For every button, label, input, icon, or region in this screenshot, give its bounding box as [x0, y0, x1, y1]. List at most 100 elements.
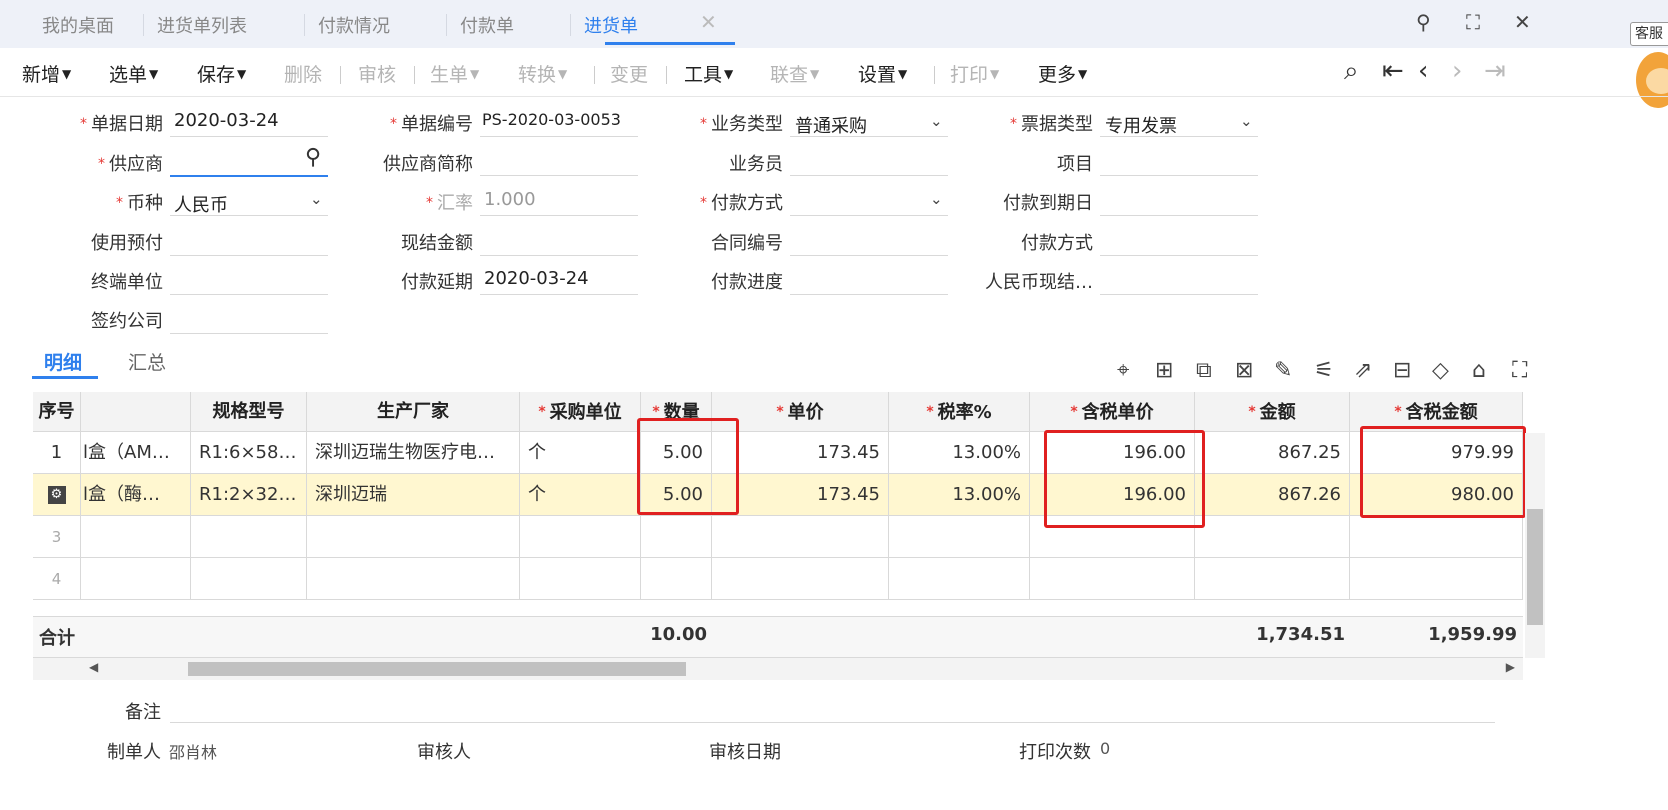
tab-payment-order[interactable]: 付款单 [446, 12, 514, 38]
tools-button[interactable]: 工具 ▼ [684, 60, 733, 87]
copy-row-icon[interactable]: ⧉ [1196, 358, 1212, 383]
empty-cell[interactable] [520, 558, 641, 600]
add-button[interactable]: 新增 ▼ [22, 60, 71, 87]
last-record-icon[interactable]: ⇥ [1484, 56, 1506, 86]
tag-icon[interactable]: ◇ [1432, 358, 1449, 383]
tab-detail[interactable]: 明细 [44, 348, 82, 375]
pay-method-select[interactable] [790, 215, 948, 216]
empty-cell[interactable] [712, 516, 889, 558]
convert-button[interactable]: 转换 ▼ [518, 60, 567, 87]
supplier-short-field[interactable] [480, 175, 638, 176]
pay-progress-field[interactable] [790, 294, 948, 295]
tab-purchase-order[interactable]: 进货单 [570, 12, 638, 38]
empty-cell[interactable] [889, 516, 1030, 558]
expand-icon[interactable]: ⛶ [1512, 358, 1527, 383]
empty-cell[interactable] [520, 516, 641, 558]
rmb-cash-field[interactable] [1100, 294, 1258, 295]
prev-record-icon[interactable]: ‹ [1418, 56, 1428, 86]
empty-cell[interactable] [307, 558, 520, 600]
scroll-thumb[interactable] [188, 662, 686, 676]
fullscreen-icon[interactable]: ⛶ [1466, 10, 1480, 34]
empty-cell[interactable] [81, 516, 191, 558]
empty-cell[interactable] [307, 516, 520, 558]
scroll-thumb[interactable] [1527, 509, 1543, 625]
currency-select[interactable]: 人民币 [174, 191, 228, 217]
row-amount[interactable]: 867.26 [1195, 474, 1350, 516]
add-row-icon[interactable]: ⊞ [1155, 358, 1173, 383]
empty-cell[interactable] [1350, 558, 1523, 600]
close-tab-icon[interactable]: ✕ [700, 10, 717, 34]
tab-desktop[interactable]: 我的桌面 [42, 12, 114, 38]
invoice-type-select[interactable]: 专用发票 [1105, 112, 1177, 138]
row-name[interactable]: l盒（AM… [81, 432, 191, 474]
select-button[interactable]: 选单 ▼ [109, 60, 158, 87]
tab-summary[interactable]: 汇总 [128, 348, 166, 375]
location-icon[interactable]: ⌖ [1117, 358, 1129, 383]
doc-no-field[interactable]: PS-2020-03-0053 [482, 110, 621, 129]
empty-cell[interactable] [1195, 558, 1350, 600]
pay-delay-field[interactable]: 2020-03-24 [484, 268, 589, 289]
chevron-down-icon[interactable]: ⌄ [930, 190, 943, 208]
empty-cell[interactable] [191, 516, 307, 558]
chevron-down-icon[interactable]: ⌄ [930, 112, 943, 130]
generate-button[interactable]: 生单 ▼ [430, 60, 479, 87]
empty-cell[interactable] [889, 558, 1030, 600]
empty-cell[interactable] [81, 558, 191, 600]
empty-cell[interactable] [712, 558, 889, 600]
row-maker[interactable]: 深圳迈瑞 [307, 474, 520, 516]
empty-cell[interactable] [641, 516, 712, 558]
pay-method2-field[interactable] [1100, 255, 1258, 256]
sign-company-field[interactable] [170, 333, 328, 334]
scroll-left-icon[interactable]: ◀ [89, 660, 98, 674]
first-record-icon[interactable]: ⇤ [1382, 56, 1404, 86]
use-prepay-field[interactable] [170, 255, 328, 256]
project-field[interactable] [1100, 175, 1258, 176]
warehouse-icon[interactable]: ⌂ [1472, 358, 1486, 383]
cash-amount-field[interactable] [480, 255, 638, 256]
edit-icon[interactable]: ✎ [1274, 358, 1292, 383]
row-settings-icon[interactable]: ⚙ [33, 474, 81, 516]
contract-no-field[interactable] [790, 255, 948, 256]
audit-button[interactable]: 审核 [358, 60, 396, 87]
save-button[interactable]: 保存 ▼ [197, 60, 246, 87]
terminal-field[interactable] [170, 294, 328, 295]
search-icon[interactable]: ⚲ [305, 145, 321, 170]
biz-type-select[interactable]: 普通采购 [795, 112, 867, 138]
search-record-icon[interactable]: ⌕ [1344, 56, 1359, 87]
row-name[interactable]: l盒（酶… [81, 474, 191, 516]
export-icon[interactable]: ⇗ [1354, 358, 1372, 383]
row-unit[interactable]: 个 [520, 474, 641, 516]
close-window-icon[interactable]: ✕ [1514, 10, 1531, 34]
empty-cell[interactable] [1030, 558, 1195, 600]
settings-button[interactable]: 设置 ▼ [858, 60, 907, 87]
chevron-down-icon[interactable]: ⌄ [310, 190, 323, 208]
customer-service-badge[interactable]: 客服 [1630, 22, 1668, 46]
columns-icon[interactable]: ⊟ [1393, 358, 1411, 383]
row-spec[interactable]: R1:6×58… [191, 432, 307, 474]
row-amount[interactable]: 867.25 [1195, 432, 1350, 474]
print-button[interactable]: 打印 ▼ [950, 60, 999, 87]
search-icon[interactable]: ⚲ [1416, 10, 1431, 34]
empty-cell[interactable] [191, 558, 307, 600]
tab-payment-status[interactable]: 付款情况 [304, 12, 390, 38]
scroll-right-icon[interactable]: ▶ [1506, 660, 1515, 674]
delete-button[interactable]: 删除 [284, 60, 322, 87]
row-maker[interactable]: 深圳迈瑞生物医疗电… [307, 432, 520, 474]
delete-row-icon[interactable]: ⊠ [1235, 358, 1253, 383]
row-spec[interactable]: R1:2×32… [191, 474, 307, 516]
rate-field[interactable]: 1.000 [484, 189, 536, 210]
horizontal-scrollbar[interactable]: ◀ ▶ [33, 658, 1523, 680]
pay-due-field[interactable] [1100, 215, 1258, 216]
empty-cell[interactable] [1195, 516, 1350, 558]
salesman-field[interactable] [790, 175, 948, 176]
doc-date-field[interactable]: 2020-03-24 [174, 110, 279, 131]
row-tax-rate[interactable]: 13.00% [889, 432, 1030, 474]
row-unit[interactable]: 个 [520, 432, 641, 474]
next-record-icon[interactable]: › [1452, 56, 1462, 86]
tab-purchase-list[interactable]: 进货单列表 [143, 12, 247, 38]
chevron-down-icon[interactable]: ⌄ [1240, 112, 1253, 130]
more-button[interactable]: 更多 ▼ [1038, 60, 1087, 87]
split-icon[interactable]: ⚟ [1314, 358, 1334, 383]
empty-cell[interactable] [641, 558, 712, 600]
query-button[interactable]: 联查 ▼ [770, 60, 819, 87]
